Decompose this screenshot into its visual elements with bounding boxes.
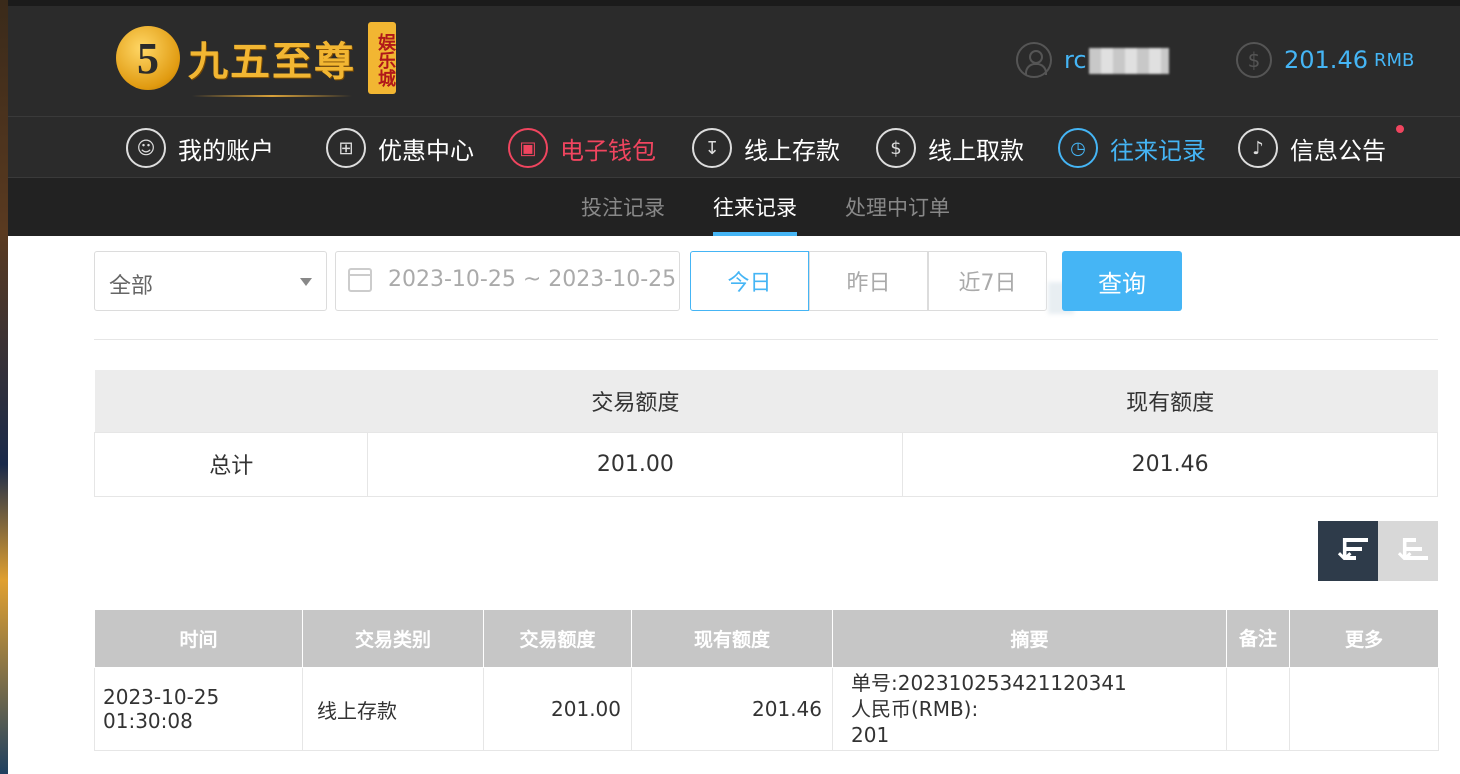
col-more[interactable]: 更多 <box>1289 609 1439 668</box>
quick-today-button[interactable]: 今日 <box>690 251 809 311</box>
gift-icon: ⊞ <box>326 128 366 168</box>
nav-e-wallet[interactable]: ▣ 电子钱包 <box>508 127 656 169</box>
row-more[interactable] <box>1289 667 1439 751</box>
nav-records[interactable]: ◷ 往来记录 <box>1058 127 1206 169</box>
caret-down-icon <box>300 278 312 286</box>
col-time[interactable]: 时间 <box>94 609 303 668</box>
bell-icon: ♪ <box>1238 128 1278 168</box>
deposit-icon: ↧ <box>692 128 732 168</box>
summary-order-no: 单号:202310253421120341 <box>851 671 1127 695</box>
row-note <box>1226 667 1290 751</box>
nav-label: 线上存款 <box>744 136 840 165</box>
tab-transaction-records[interactable]: 往来记录 <box>713 192 797 222</box>
row-type: 线上存款 <box>302 667 484 751</box>
sort-ascending-icon: ↓ <box>1388 534 1428 568</box>
summary-header-row: 交易额度 现有额度 <box>94 370 1438 432</box>
quick-yesterday-button[interactable]: 昨日 <box>809 251 928 311</box>
user-icon <box>1016 42 1052 78</box>
sort-ascending-button[interactable]: ↓ <box>1378 521 1438 581</box>
site-logo[interactable]: 5 九五至尊 娱乐城 <box>116 18 396 98</box>
balance-currency: RMB <box>1373 49 1415 71</box>
user-info[interactable]: rc <box>1016 42 1169 78</box>
type-select[interactable]: 全部 <box>94 251 327 311</box>
nav-label: 电子钱包 <box>560 136 656 165</box>
nav-withdraw[interactable]: $ 线上取款 <box>876 127 1024 169</box>
summary-value: 201 <box>851 723 890 747</box>
main-nav: ☺ 我的账户 ⊞ 优惠中心 ▣ 电子钱包 ↧ 线上存款 $ 线上取款 ◷ 往来记… <box>8 116 1460 178</box>
quick-7days-button[interactable]: 近7日 <box>928 251 1047 311</box>
nav-my-account[interactable]: ☺ 我的账户 <box>126 127 274 169</box>
col-note[interactable]: 备注 <box>1226 609 1290 668</box>
wallet-icon: ▣ <box>508 128 548 168</box>
nav-label: 我的账户 <box>178 136 274 165</box>
row-balance: 201.46 <box>631 667 833 751</box>
user-icon: ☺ <box>126 128 166 168</box>
date-range-input[interactable]: 2023-10-25 ~ 2023-10-25 <box>335 251 680 311</box>
summary-row: 总计 201.00 201.46 <box>93 431 1438 497</box>
records-table: 时间 交易类别 交易额度 现有额度 摘要 备注 更多 2023-10-25 01… <box>94 609 1439 751</box>
summary-header: 现有额度 <box>902 370 1438 432</box>
summary-balance: 201.46 <box>902 431 1438 497</box>
balance-info: $ 201.46 RMB <box>1236 42 1414 78</box>
summary-currency: 人民币(RMB): <box>851 697 979 721</box>
summary-label: 总计 <box>93 431 369 497</box>
active-tab-underline <box>713 232 797 236</box>
col-amount[interactable]: 交易额度 <box>483 609 632 668</box>
logo-mark: 5 <box>116 26 180 90</box>
row-summary: 单号:202310253421120341 人民币(RMB): 201 <box>832 667 1227 751</box>
balance-amount: 201.46 <box>1284 46 1368 74</box>
date-range-value: 2023-10-25 ~ 2023-10-25 <box>388 267 677 292</box>
notification-dot <box>1396 125 1404 133</box>
logo-badge: 娱乐城 <box>368 22 396 94</box>
divider <box>94 339 1438 340</box>
summary-header: 交易额度 <box>367 370 903 432</box>
nav-deposit[interactable]: ↧ 线上存款 <box>692 127 840 169</box>
col-balance[interactable]: 现有额度 <box>631 609 833 668</box>
nav-label: 信息公告 <box>1290 136 1386 165</box>
summary-header <box>94 370 368 432</box>
username-redaction <box>1088 48 1169 74</box>
username: rc <box>1064 46 1169 74</box>
calendar-icon <box>348 268 372 292</box>
table-row: 2023-10-25 01:30:08 线上存款 201.00 201.46 单… <box>94 667 1439 751</box>
nav-label: 往来记录 <box>1110 136 1206 165</box>
summary-amount: 201.00 <box>367 431 904 497</box>
col-type[interactable]: 交易类别 <box>302 609 484 668</box>
tab-pending-orders[interactable]: 处理中订单 <box>845 192 950 222</box>
records-header-row: 时间 交易类别 交易额度 现有额度 摘要 备注 更多 <box>94 609 1439 668</box>
sort-descending-button[interactable]: ↓ <box>1318 521 1378 581</box>
tab-bet-records[interactable]: 投注记录 <box>581 192 665 222</box>
logo-text: 九五至尊 <box>188 29 356 97</box>
sub-nav: 投注记录 往来记录 处理中订单 <box>8 178 1460 236</box>
row-amount: 201.00 <box>483 667 632 751</box>
withdraw-icon: $ <box>876 128 916 168</box>
query-button[interactable]: 查询 <box>1062 251 1182 311</box>
type-select-value: 全部 <box>109 274 154 299</box>
nav-label: 线上取款 <box>928 136 1024 165</box>
row-time: 2023-10-25 01:30:08 <box>94 667 303 751</box>
records-icon: ◷ <box>1058 128 1098 168</box>
nav-announcements[interactable]: ♪ 信息公告 <box>1238 125 1404 169</box>
summary-table: 交易额度 现有额度 总计 201.00 201.46 <box>93 370 1438 497</box>
sort-descending-icon: ↓ <box>1328 534 1368 568</box>
nav-label: 优惠中心 <box>378 136 474 165</box>
nav-promotions[interactable]: ⊞ 优惠中心 <box>326 127 474 169</box>
dollar-icon: $ <box>1236 42 1272 78</box>
background-art-strip <box>0 0 8 774</box>
col-summary[interactable]: 摘要 <box>832 609 1227 668</box>
